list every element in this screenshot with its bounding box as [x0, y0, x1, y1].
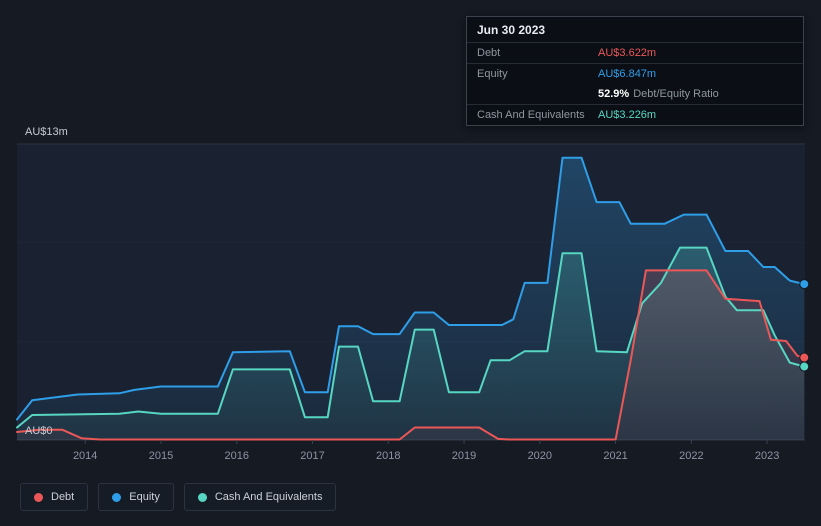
y-axis-max-label: AU$13m [25, 126, 68, 138]
cash-series-dot-icon [197, 492, 207, 502]
equity-series-dot-icon [112, 492, 122, 502]
x-tick-label: 2017 [300, 450, 324, 462]
tooltip-debt-label: Debt [477, 47, 501, 59]
tooltip: Jun 30 2023 Debt AU$3.622m Equity AU$6.8… [466, 16, 804, 126]
cash-and-equivalents-end-dot [799, 361, 810, 372]
legend-equity-label: Equity [129, 491, 160, 503]
tooltip-equity-value: AU$6.847m [598, 68, 657, 80]
x-tick-label: 2018 [376, 450, 400, 462]
x-tick-label: 2022 [679, 450, 703, 462]
y-axis-min-label: AU$0 [25, 425, 53, 437]
tooltip-row-equity: Equity AU$6.847m [467, 64, 803, 84]
tooltip-row-ratio: 52.9% Debt/Equity Ratio [467, 84, 803, 105]
tooltip-row-cash: Cash And Equivalents AU$3.226m [467, 105, 803, 125]
equity-end-dot [799, 279, 810, 290]
tooltip-ratio-label: Debt/Equity Ratio [633, 88, 719, 100]
legend-item-debt[interactable]: Debt [20, 483, 89, 511]
tooltip-cash-value: AU$3.226m [598, 109, 657, 121]
debt-end-dot [799, 352, 810, 363]
legend: Debt Equity Cash And Equivalents [20, 483, 337, 511]
tooltip-equity-label: Equity [477, 68, 508, 80]
legend-cash-label: Cash And Equivalents [214, 491, 323, 503]
x-tick-label: 2020 [528, 450, 552, 462]
x-tick-label: 2014 [73, 450, 97, 462]
x-tick-label: 2016 [224, 450, 248, 462]
debt-series-dot-icon [34, 492, 43, 502]
legend-debt-label: Debt [51, 491, 75, 503]
x-tick-label: 2015 [149, 450, 173, 462]
x-tick-label: 2019 [452, 450, 476, 462]
tooltip-debt-value: AU$3.622m [598, 47, 657, 59]
x-tick-label: 2021 [603, 450, 627, 462]
legend-item-cash[interactable]: Cash And Equivalents [183, 483, 337, 511]
x-tick-label: 2023 [755, 450, 779, 462]
tooltip-cash-label: Cash And Equivalents [477, 109, 585, 121]
tooltip-ratio-value: 52.9% [598, 88, 630, 100]
tooltip-date: Jun 30 2023 [467, 17, 803, 43]
tooltip-row-debt: Debt AU$3.622m [467, 43, 803, 64]
legend-item-equity[interactable]: Equity [98, 483, 174, 511]
